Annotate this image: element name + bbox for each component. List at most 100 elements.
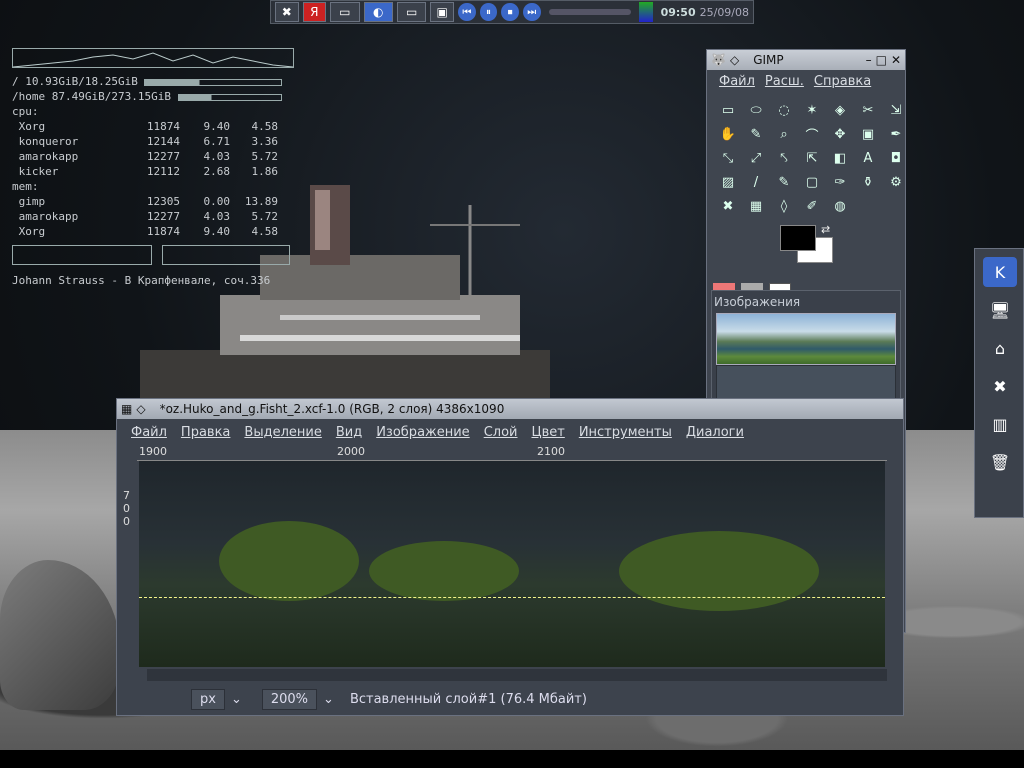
pause-button[interactable]: ⏸ [479, 3, 498, 21]
horizontal-ruler[interactable]: 1900 2000 2100 [137, 445, 887, 461]
yandex-button[interactable]: Я [302, 2, 327, 22]
tool-icon[interactable]: ◌ [773, 99, 795, 121]
tool-icon[interactable]: ◈ [829, 99, 851, 121]
tool-icon[interactable]: ✥ [829, 123, 851, 145]
process-cell: kicker [12, 165, 59, 178]
computer-icon[interactable]: 🖥 [983, 295, 1017, 325]
process-row: gimp 12305 0.00 13.89 [12, 194, 294, 209]
process-cell: 5.72 [251, 210, 279, 223]
process-cell: 4.03 [203, 210, 231, 223]
tool-icon[interactable]: ⤢ [745, 147, 767, 169]
menu-item[interactable]: Слой [484, 425, 518, 440]
tool-icon[interactable]: ◍ [829, 195, 851, 217]
horizontal-scrollbar[interactable] [147, 669, 887, 681]
menu-item[interactable]: Диалоги [686, 425, 744, 440]
process-row: kicker 12112 2.68 1.86 [12, 164, 294, 179]
process-cell: 4.58 [251, 225, 279, 238]
menu-item[interactable]: Инструменты [579, 425, 672, 440]
menu-item[interactable]: Выделение [244, 425, 321, 440]
stop-button[interactable]: ⏹ [501, 3, 519, 21]
close-button[interactable]: ✕ [891, 53, 901, 67]
desktop-2-button[interactable]: ◐ [363, 2, 393, 22]
window-menu-icon[interactable]: ◇ [136, 402, 145, 416]
trash-icon[interactable]: 🗑 [983, 447, 1017, 477]
unit-selector[interactable]: px [191, 688, 225, 710]
tool-icon[interactable]: ✶ [801, 99, 823, 121]
tool-icon[interactable]: ⌕ [773, 123, 795, 145]
clipboard-icon[interactable]: ▥ [983, 409, 1017, 439]
tool-icon[interactable]: ▢ [801, 171, 823, 193]
tool-icon[interactable]: ✖ [717, 195, 739, 217]
menu-item[interactable]: Цвет [531, 425, 564, 440]
show-desktop-button[interactable]: ▣ [430, 2, 454, 22]
process-cell: 3.36 [251, 135, 279, 148]
vertical-ruler[interactable]: 700 [117, 461, 137, 667]
home-fs-row: /home 87.49GiB/273.15GiB [12, 89, 294, 104]
bottom-bar [0, 750, 1024, 768]
tool-icon[interactable]: ◊ [773, 195, 795, 217]
swap-colors-icon[interactable]: ⇄ [821, 223, 830, 236]
tool-icon[interactable]: ✎ [745, 123, 767, 145]
tool-icon[interactable]: ✎ [773, 171, 795, 193]
tool-icon[interactable]: ✒ [885, 123, 907, 145]
image-window-titlebar[interactable]: ▦ ◇ *oz.Huko_and_g.Fisht_2.xcf-1.0 (RGB,… [117, 399, 903, 419]
tool-icon[interactable]: ⤡ [717, 147, 739, 169]
previous-track-button[interactable]: ⏮ [458, 3, 476, 21]
menu-item[interactable]: Правка [181, 425, 230, 440]
tool-icon[interactable]: ⇱ [801, 147, 823, 169]
kde-menu-button[interactable]: ✖ [275, 2, 299, 22]
tool-icon[interactable]: ▭ [717, 99, 739, 121]
menu-item[interactable]: Вид [336, 425, 362, 440]
tool-icon[interactable]: ⇲ [885, 99, 907, 121]
quick-launch-icon[interactable]: ✖ [983, 371, 1017, 401]
foreground-color-swatch[interactable] [780, 225, 816, 251]
home-icon[interactable]: ⌂ [983, 333, 1017, 363]
tool-icon[interactable]: ✋ [717, 123, 739, 145]
maximize-button[interactable]: □ [876, 53, 887, 67]
tool-icon[interactable]: ▨ [717, 171, 739, 193]
tool-icon[interactable]: ▦ [745, 195, 767, 217]
system-monitor-icon[interactable] [638, 2, 653, 22]
menu-item[interactable]: Расш. [765, 74, 804, 89]
desktop-1-button[interactable]: ▭ [330, 2, 360, 22]
process-cell: 11874 [146, 120, 180, 133]
tool-icon[interactable]: ▣ [857, 123, 879, 145]
tool-icon[interactable]: A [857, 147, 879, 169]
menu-item[interactable]: Файл [131, 425, 167, 440]
tool-icon[interactable]: ◘ [885, 147, 907, 169]
process-cell: 12277 [146, 210, 180, 223]
image-canvas[interactable] [139, 461, 885, 667]
tool-icon[interactable]: ⚙ [885, 171, 907, 193]
process-cell: Xorg [12, 120, 46, 133]
zoom-selector[interactable]: 200% [261, 688, 318, 710]
tool-icon[interactable]: ◧ [829, 147, 851, 169]
menu-item[interactable]: Изображение [376, 425, 469, 440]
tool-icon[interactable]: / [745, 171, 767, 193]
tool-icon[interactable]: ⌒ [801, 123, 823, 145]
tool-icon[interactable]: ✑ [829, 171, 851, 193]
menu-item[interactable]: Файл [719, 74, 755, 89]
minimize-button[interactable]: – [866, 53, 872, 67]
volume-slider[interactable] [548, 9, 631, 15]
tool-grid: ▭ ⬭ ◌ ✶ ◈ ✂ ⇲ ✋ ✎ ⌕ ⌒ ✥ ▣ ✒ ⤡ ⤢ ⤣ ⇱ ◧ A ◘ ▨ / ✎ ▢ ✑ ⚱ ⚙ ✖ ▦ ◊ ✐ ◍ [707, 93, 905, 223]
image-thumbnail[interactable] [716, 313, 896, 365]
next-track-button[interactable]: ⏭ [522, 3, 541, 21]
cpu-graph [12, 245, 152, 265]
ruler-label: 2100 [537, 445, 565, 458]
tool-icon[interactable]: ✂ [857, 99, 879, 121]
tool-icon[interactable]: ✐ [801, 195, 823, 217]
tool-icon[interactable]: ⬭ [745, 99, 767, 121]
process-cell: 13.89 [244, 195, 278, 208]
kde-menu-icon[interactable]: K [983, 257, 1017, 287]
toolbox-title: GIMP [753, 53, 784, 67]
menu-item[interactable]: Справка [814, 74, 871, 89]
toolbox-titlebar[interactable]: 🐺 ◇ GIMP – □ ✕ [707, 50, 905, 70]
tool-icon[interactable]: ⤣ [773, 147, 795, 169]
desktop-3-button[interactable]: ▭ [397, 2, 427, 22]
tool-icon[interactable]: ⚱ [857, 171, 879, 193]
window-menu-icon[interactable]: ◇ [730, 53, 739, 67]
chevron-down-icon[interactable]: ⌄ [323, 692, 334, 707]
chevron-down-icon[interactable]: ⌄ [231, 692, 242, 707]
process-cell: amarokapp [12, 210, 79, 223]
clock[interactable]: 09:50 [661, 6, 696, 19]
